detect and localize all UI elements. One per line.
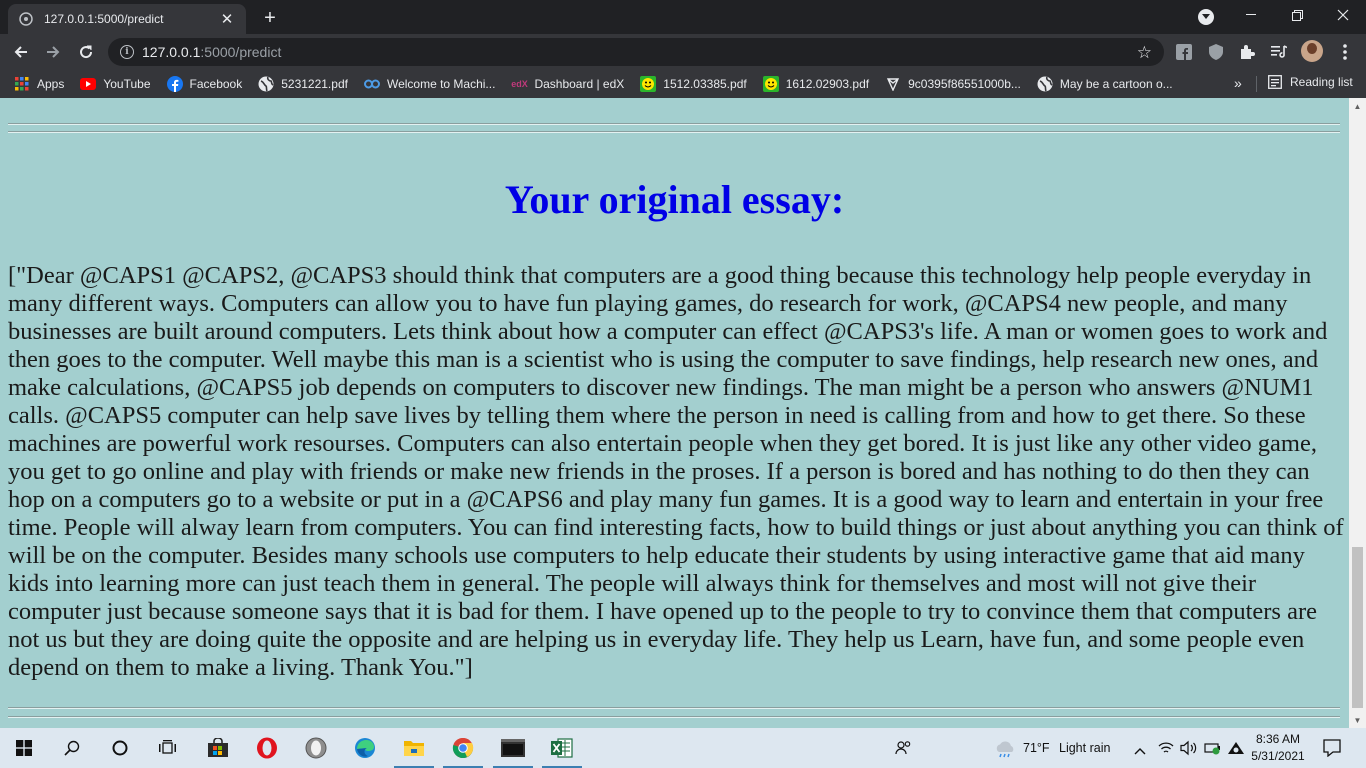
file-explorer-icon[interactable] [390, 728, 438, 768]
bookmark-hash[interactable]: 9c0395f86551000b... [885, 76, 1021, 92]
scrollbar-thumb[interactable] [1352, 547, 1363, 708]
bookmark-label: Apps [37, 77, 65, 91]
reading-list-label: Reading list [1290, 75, 1353, 89]
notification-center-icon[interactable] [1323, 739, 1341, 762]
excel-icon[interactable] [538, 728, 586, 768]
bookmark-label: 9c0395f86551000b... [908, 77, 1021, 91]
edge-icon[interactable] [341, 728, 389, 768]
clock-date: 5/31/2021 [1251, 749, 1305, 763]
smiley-icon [762, 76, 779, 92]
facebook-icon [166, 76, 183, 92]
forward-button[interactable] [40, 39, 66, 65]
essay-text: ["Dear @CAPS1 @CAPS2, @CAPS3 should thin… [8, 262, 1344, 681]
new-tab-button[interactable]: + [258, 6, 282, 30]
bookmark-label: 1512.03385.pdf [663, 77, 747, 91]
edx-icon: edX [511, 79, 528, 89]
bookmark-label: Welcome to Machi... [386, 77, 496, 91]
bookmark-facebook[interactable]: Facebook [166, 76, 243, 92]
reading-list-icon [1268, 75, 1282, 89]
apps-grid-icon [14, 76, 30, 92]
bookmark-apps[interactable]: Apps [14, 76, 64, 92]
search-icon[interactable] [48, 728, 96, 768]
extensions-puzzle-icon[interactable] [1234, 39, 1260, 65]
terminal-icon[interactable] [489, 728, 537, 768]
volume-icon[interactable] [1180, 740, 1198, 761]
cortana-icon[interactable] [96, 728, 144, 768]
restore-button[interactable] [1274, 0, 1320, 30]
bookmark-label: Facebook [189, 77, 243, 91]
tab-close-icon[interactable]: ✕ [218, 10, 236, 28]
bookmark-pdf-1612[interactable]: 1612.02903.pdf [762, 76, 870, 92]
address-url: 127.0.0.1:5000/predict [142, 44, 282, 60]
bookmark-pdf-1512[interactable]: 1512.03385.pdf [640, 76, 747, 92]
tray-overflow-chevron-icon[interactable] [1134, 742, 1146, 760]
tab-title: 127.0.0.1:5000/predict [44, 12, 164, 26]
bookmarks-bar: Apps YouTube Facebook 5231221.pdf Welcom… [0, 70, 1366, 98]
address-bar[interactable]: i 127.0.0.1:5000/predict ☆ [108, 38, 1164, 66]
close-window-button[interactable] [1320, 0, 1366, 30]
bookmark-edx[interactable]: edX Dashboard | edX [511, 76, 624, 92]
facebook-extension-icon[interactable] [1171, 39, 1197, 65]
page-title: Your original essay: [504, 177, 845, 222]
store-icon[interactable] [194, 728, 242, 768]
bookmark-label: 1612.02903.pdf [785, 77, 870, 91]
people-icon[interactable] [880, 728, 928, 768]
coursera-icon [363, 76, 380, 92]
bookmarks-overflow-button[interactable]: » [1234, 75, 1242, 91]
reload-button[interactable] [73, 39, 99, 65]
bookmark-label: YouTube [103, 77, 151, 91]
globe-icon [18, 11, 34, 27]
opera-gx-icon[interactable] [292, 728, 340, 768]
windows-taskbar: 71°F Light rain 8:36 AM 5/31/2021 [0, 728, 1366, 768]
divider-top [8, 123, 1340, 135]
system-clock[interactable]: 8:36 AM 5/31/2021 [1248, 731, 1308, 765]
opera-icon[interactable] [243, 728, 291, 768]
smiley-icon [640, 76, 657, 92]
bookmark-label: Dashboard | edX [534, 77, 625, 91]
bookmark-star-icon[interactable]: ☆ [1137, 43, 1152, 63]
network-security-icon[interactable] [1227, 740, 1245, 761]
weather-icon[interactable] [993, 740, 1017, 763]
profile-avatar[interactable] [1301, 40, 1323, 62]
bookmark-label: May be a cartoon o... [1059, 77, 1173, 91]
clock-time: 8:36 AM [1255, 732, 1301, 746]
tab-search-icon[interactable] [1198, 9, 1214, 25]
more-menu-icon[interactable] [1332, 39, 1358, 65]
browser-tab[interactable]: 127.0.0.1:5000/predict ✕ [8, 4, 246, 34]
weather-temp: 71°F [1023, 741, 1050, 755]
tab-strip: 127.0.0.1:5000/predict ✕ + [0, 0, 1366, 34]
bookmark-youtube[interactable]: YouTube [80, 76, 151, 92]
scroll-down-arrow-icon[interactable]: ▼ [1349, 712, 1366, 728]
battery-icon[interactable] [1204, 740, 1222, 761]
page-scrollbar[interactable]: ▲ ▼ [1349, 98, 1366, 728]
reading-list-button[interactable]: Reading list [1268, 75, 1353, 89]
media-controls-icon[interactable] [1266, 39, 1292, 65]
diamond-icon [885, 76, 901, 92]
globe-icon [1037, 76, 1053, 92]
scroll-up-arrow-icon[interactable]: ▲ [1349, 98, 1366, 114]
bookmarks-divider [1256, 76, 1257, 92]
chrome-icon[interactable] [439, 728, 487, 768]
start-button[interactable] [0, 728, 48, 768]
shield-extension-icon[interactable] [1203, 39, 1229, 65]
globe-icon [258, 76, 274, 92]
bookmark-label: 5231221.pdf [281, 77, 348, 91]
wifi-icon[interactable] [1158, 741, 1174, 760]
bookmark-coursera[interactable]: Welcome to Machi... [363, 76, 496, 92]
browser-toolbar: i 127.0.0.1:5000/predict ☆ [0, 34, 1366, 70]
divider-bottom [8, 707, 1340, 719]
minimize-button[interactable] [1228, 0, 1274, 30]
page-viewport: Your original essay: ["Dear @CAPS1 @CAPS… [0, 98, 1349, 728]
weather-condition: Light rain [1059, 741, 1111, 755]
youtube-icon [80, 76, 97, 92]
task-view-icon[interactable] [144, 728, 192, 768]
site-info-icon[interactable]: i [120, 45, 134, 59]
bookmark-cartoon[interactable]: May be a cartoon o... [1037, 76, 1173, 92]
back-button[interactable] [8, 39, 34, 65]
bookmark-pdf-5231221[interactable]: 5231221.pdf [258, 76, 348, 92]
